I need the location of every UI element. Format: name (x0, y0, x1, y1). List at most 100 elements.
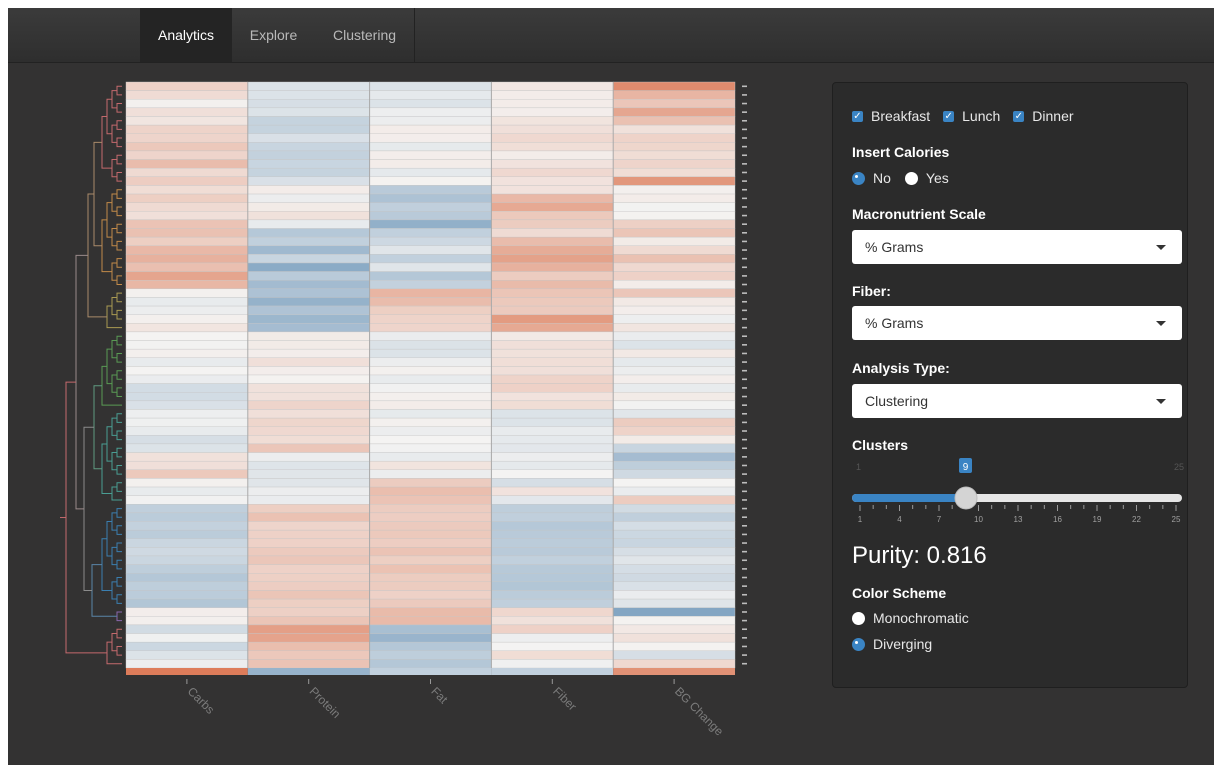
heatmap-cell (613, 443, 736, 453)
heatmap-cell (125, 219, 249, 229)
macronutrient-scale-value: % Grams (865, 239, 924, 255)
heatmap-cell (247, 417, 370, 427)
heatmap-cell (125, 297, 249, 307)
heatmap-cell (247, 271, 370, 281)
dendrogram-branch (106, 521, 112, 557)
heatmap-cell (247, 521, 370, 531)
heatmap-cell (369, 142, 492, 152)
heatmap-cell (613, 314, 736, 324)
dendrogram-branch (111, 452, 117, 471)
color-scheme-monochromatic[interactable]: Monochromatic (852, 610, 969, 626)
heatmap-cell (369, 486, 492, 496)
slider-handle[interactable] (954, 486, 978, 510)
heatmap-cell (491, 452, 614, 462)
heatmap-cell (613, 159, 736, 169)
x-axis-label: Fiber (550, 684, 579, 713)
dinner-checkbox[interactable]: ✓ (1013, 110, 1025, 122)
heatmap-cell (491, 521, 614, 531)
heatmap-cell (247, 366, 370, 376)
dendrogram-branch (116, 430, 122, 441)
heatmap-cell (613, 598, 736, 608)
heatmap-cell (247, 504, 370, 514)
heatmap-cell (613, 176, 736, 186)
heatmap-cell (369, 348, 492, 358)
slider-tick-label: 4 (897, 515, 902, 524)
heatmap-cell (247, 202, 370, 212)
heatmap-cell (247, 159, 370, 169)
lunch-checkbox[interactable]: ✓ (943, 110, 955, 122)
breakfast-checkbox[interactable]: ✓ (852, 110, 863, 122)
heatmap-cell (613, 400, 736, 410)
heatmap-cell (613, 555, 736, 565)
heatmap-cell (125, 305, 249, 315)
macronutrient-scale-select[interactable]: % Grams (852, 230, 1182, 264)
color-scheme-diverging[interactable]: Diverging (852, 636, 932, 652)
heatmap-cell (247, 116, 370, 126)
heatmap-cell (613, 417, 736, 427)
analysis-type-select[interactable]: Clustering (852, 384, 1182, 418)
heatmap-cell (613, 452, 736, 462)
heatmap-cell (491, 348, 614, 358)
heatmap-cell (125, 228, 249, 238)
heatmap-cell (613, 219, 736, 229)
heatmap-cell (247, 340, 370, 350)
dendrogram-branch (111, 296, 117, 316)
heatmap-cell (247, 555, 370, 565)
macronutrient-scale-label: Macronutrient Scale (852, 206, 986, 222)
footer-cell (247, 668, 370, 675)
heatmap-cell (369, 193, 492, 203)
heatmap-cell (247, 254, 370, 264)
heatmap-cell (247, 107, 370, 117)
dendrogram-branch (116, 525, 122, 535)
heatmap-cell (247, 280, 370, 290)
heatmap-cell (369, 323, 492, 333)
heatmap-cell (613, 633, 736, 643)
dendrogram-branch (65, 381, 107, 654)
heatmap-cell (491, 331, 614, 341)
heatmap-cell (369, 409, 492, 419)
breakfast-label: Breakfast (871, 108, 931, 124)
heatmap-cell (125, 624, 249, 634)
heatmap-cell (247, 460, 370, 470)
heatmap-cell (125, 348, 249, 358)
calories-no-radio[interactable] (852, 171, 865, 185)
heatmap-cell (369, 185, 492, 195)
heatmap-cell (125, 460, 249, 470)
meal-checkboxes: ✓ Breakfast ✓ Lunch ✓ Dinner (852, 107, 1087, 125)
heatmap-cell (613, 547, 736, 557)
heatmap-cell (125, 90, 249, 100)
heatmap-cell (247, 176, 370, 186)
heatmap-cell (613, 581, 736, 591)
heatmap-cell (613, 469, 736, 479)
heatmap-cell (125, 521, 249, 531)
clusters-slider[interactable]: 1 25 9 1 4 7 10 13 16 19 22 25 (833, 455, 1189, 525)
dendrogram-branch (111, 124, 117, 143)
footer-cell (613, 668, 735, 675)
heatmap-cell (369, 297, 492, 307)
heatmap-cell (491, 478, 614, 488)
heatmap-cell (613, 297, 736, 307)
heatmap-cell (491, 366, 614, 376)
heatmap-cell (613, 99, 736, 109)
heatmap-cell (491, 202, 614, 212)
heatmap-cell (247, 564, 370, 574)
heatmap-cell (369, 167, 492, 177)
footer-cell (369, 668, 492, 675)
diverging-radio[interactable] (852, 637, 865, 651)
monochromatic-radio[interactable] (852, 611, 865, 625)
heatmap-cell (369, 176, 492, 186)
heatmap-cell (613, 590, 736, 600)
slider-tick-label: 16 (1053, 515, 1062, 524)
fiber-select[interactable]: % Grams (852, 306, 1182, 340)
heatmap-cell (613, 538, 736, 548)
slider-min-label: 1 (856, 462, 861, 472)
calories-yes-radio[interactable] (904, 171, 918, 185)
color-scheme-label: Color Scheme (852, 585, 947, 601)
heatmap-cell (125, 426, 249, 436)
heatmap-cell (125, 633, 249, 643)
heatmap-cell (613, 357, 736, 367)
dendrogram-branch (116, 559, 122, 570)
dendrogram-branch (116, 370, 122, 380)
heatmap-cell (491, 555, 614, 565)
heatmap-cell (125, 616, 249, 626)
